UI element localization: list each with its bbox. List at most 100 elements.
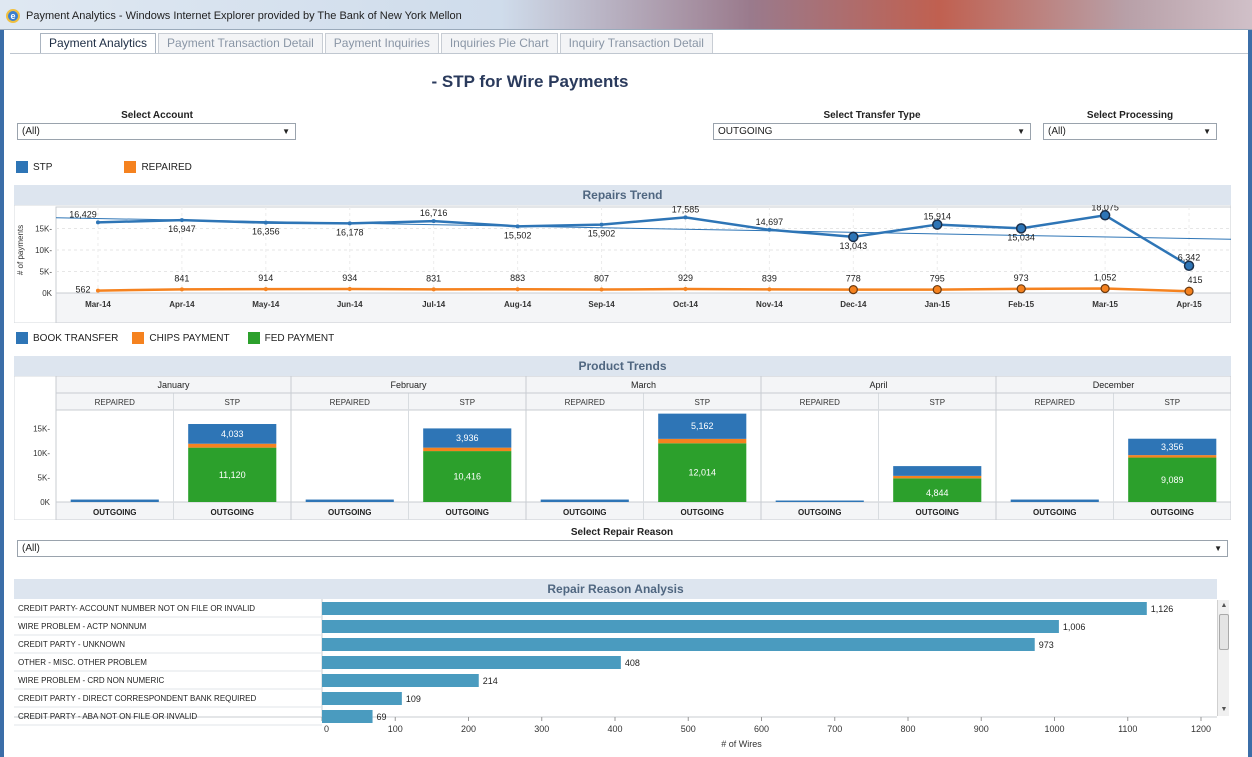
processing-select[interactable]: (All) ▼ <box>1043 123 1217 140</box>
book-data-label: 3,356 <box>1161 442 1184 452</box>
repaired-bar <box>70 499 159 502</box>
x-tick-label: Nov-14 <box>756 300 783 309</box>
repaired-data-label: 973 <box>1014 273 1029 283</box>
repaired-bar <box>305 499 394 502</box>
tab-inquiries-pie-chart[interactable]: Inquiries Pie Chart <box>440 33 558 53</box>
x-tick-label: 800 <box>900 724 915 734</box>
legend-item-repaired[interactable]: REPAIRED <box>124 161 192 173</box>
legend-item-chips-payment[interactable]: CHIPS PAYMENT <box>132 332 230 344</box>
category-label: OUTGOING <box>1150 508 1194 517</box>
y-tick-label: 10K- <box>33 449 50 458</box>
bar-data-label: 109 <box>406 694 421 704</box>
x-tick-label: 1200 <box>1191 724 1211 734</box>
stp-data-label: 14,697 <box>756 217 784 227</box>
repair-reason-select[interactable]: (All) ▼ <box>17 540 1228 557</box>
repaired-point <box>95 288 100 293</box>
book-data-label: 3,936 <box>456 433 479 443</box>
repaired-bar <box>540 499 629 502</box>
repaired-data-label: 929 <box>678 273 693 283</box>
x-tick-label: Dec-14 <box>840 300 867 309</box>
x-tick-label: 600 <box>754 724 769 734</box>
repaired-data-label: 1,052 <box>1094 272 1117 282</box>
y-tick-label: 15K- <box>33 425 50 434</box>
tab-payment-transaction-detail[interactable]: Payment Transaction Detail <box>158 33 323 53</box>
legend-item-stp[interactable]: STP <box>16 161 52 173</box>
column-label: STP <box>694 398 710 407</box>
tab-bar: Payment Analytics Payment Transaction De… <box>40 33 715 53</box>
repair-reason-scrollbar[interactable]: ▲ ▼ <box>1217 600 1229 716</box>
bar-data-label: 214 <box>483 676 498 686</box>
stp-data-label: 15,034 <box>1007 232 1035 242</box>
x-tick-label: 100 <box>388 724 403 734</box>
tab-payment-inquiries[interactable]: Payment Inquiries <box>324 33 439 53</box>
stp-point <box>767 227 772 232</box>
repaired-point <box>431 287 436 292</box>
repaired-data-label: 562 <box>75 285 90 295</box>
repaired-point <box>179 287 184 292</box>
legend-swatch <box>124 161 137 173</box>
x-tick-label: Oct-14 <box>673 300 698 309</box>
fed-data-label: 10,416 <box>453 472 481 482</box>
x-tick-label: Mar-15 <box>1092 300 1118 309</box>
repaired-data-label: 839 <box>762 273 777 283</box>
category-label: OUTGOING <box>680 508 724 517</box>
repaired-point <box>1016 284 1026 294</box>
tab-inquiry-transaction-detail[interactable]: Inquiry Transaction Detail <box>559 33 713 53</box>
category-label: OUTGOING <box>563 508 607 517</box>
bar-data-label: 69 <box>377 712 387 722</box>
repaired-point <box>515 287 520 292</box>
x-tick-label: Jul-14 <box>422 300 446 309</box>
x-tick-label: May-14 <box>252 300 280 309</box>
tab-payment-analytics[interactable]: Payment Analytics <box>40 33 157 53</box>
x-tick-label: Aug-14 <box>504 300 532 309</box>
book-data-label: 4,033 <box>221 429 244 439</box>
reason-bar <box>322 620 1059 633</box>
stp-data-label: 6,342 <box>1178 253 1201 263</box>
transfer-type-select[interactable]: OUTGOING ▼ <box>713 123 1031 140</box>
stp-point <box>179 218 184 223</box>
stp-data-label: 18,075 <box>1091 205 1119 212</box>
fed-data-label: 12,014 <box>688 468 716 478</box>
x-tick-label: Feb-15 <box>1008 300 1034 309</box>
y-tick-label: 5K- <box>40 268 53 277</box>
scroll-down-icon[interactable]: ▼ <box>1218 704 1230 716</box>
book-data-label: 5,162 <box>691 421 714 431</box>
repaired-data-label: 841 <box>174 273 189 283</box>
month-label: December <box>1093 380 1135 390</box>
repaired-point <box>683 287 688 292</box>
scroll-thumb[interactable] <box>1219 614 1229 650</box>
repairs-trend-header: Repairs Trend <box>14 185 1231 205</box>
category-label: WIRE PROBLEM - ACTP NONNUM <box>18 622 147 631</box>
stp-point <box>431 219 436 224</box>
chips-payment-bar <box>188 443 277 448</box>
category-label: CREDIT PARTY- ACCOUNT NUMBER NOT ON FILE… <box>18 604 255 613</box>
chevron-down-icon: ▼ <box>282 127 290 136</box>
repaired-point <box>263 287 268 292</box>
scroll-up-icon[interactable]: ▲ <box>1218 600 1230 612</box>
legend-swatch <box>247 332 260 344</box>
reason-bar <box>322 692 402 705</box>
category-label: CREDIT PARTY - ABA NOT ON FILE OR INVALI… <box>18 712 197 721</box>
chevron-down-icon: ▼ <box>1214 544 1222 553</box>
column-label: REPAIRED <box>330 398 371 407</box>
stp-data-label: 16,947 <box>168 224 196 234</box>
legend-swatch <box>16 161 28 173</box>
repaired-data-label: 831 <box>426 273 441 283</box>
x-tick-label: 200 <box>461 724 476 734</box>
repaired-data-label: 795 <box>930 274 945 284</box>
legend-label: CHIPS PAYMENT <box>149 332 230 344</box>
reason-bar <box>322 674 479 687</box>
legend-label: STP <box>33 161 53 173</box>
x-tick-label: 1100 <box>1118 724 1137 734</box>
stp-point <box>95 220 100 225</box>
stp-data-label: 17,585 <box>672 205 700 214</box>
stp-point <box>515 224 520 229</box>
account-select[interactable]: (All) ▼ <box>17 123 296 140</box>
fed-data-label: 4,844 <box>926 488 949 498</box>
repaired-point <box>767 287 772 292</box>
repaired-bar <box>1010 499 1099 502</box>
repairs-trend-chart: 0K 5K- 10K- 15K- # of payments Mar-14 Apr-14 Ma… <box>14 205 1231 323</box>
legend-item-book-transfer[interactable]: BOOK TRANSFER <box>16 332 118 344</box>
legend-item-fed-payment[interactable]: FED PAYMENT <box>247 332 334 344</box>
stp-data-label: 16,178 <box>336 227 364 237</box>
